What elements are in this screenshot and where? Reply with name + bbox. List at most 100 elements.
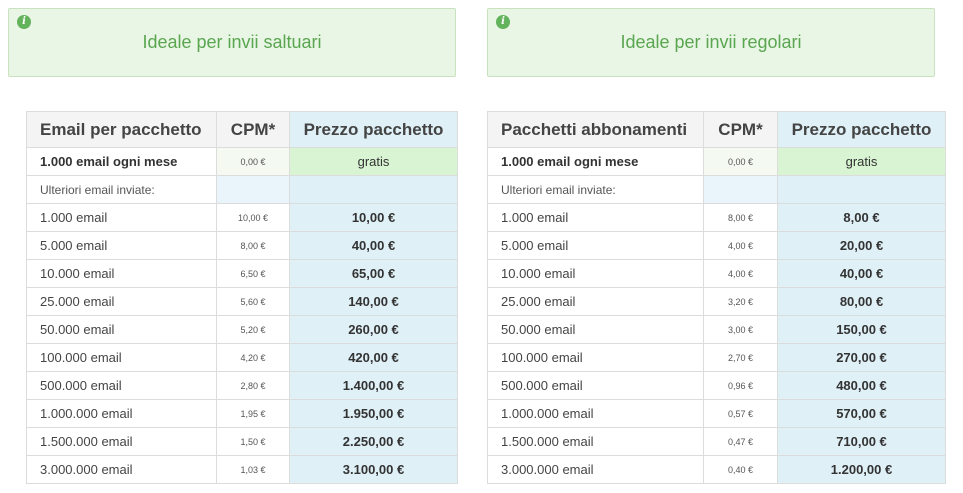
- table-row: 100.000 email 4,20 €420,00 €: [26, 343, 458, 372]
- cpm-cell: 2,70 €: [703, 343, 778, 372]
- price-cell: 420,00 €: [289, 343, 458, 372]
- package-cell: 1.000 email ogni mese: [26, 147, 217, 176]
- price-cell: 80,00 €: [777, 287, 946, 316]
- table-row: 10.000 email 4,00 €40,00 €: [487, 259, 946, 288]
- column-header-price: Prezzo pacchetto: [777, 111, 946, 148]
- cpm-cell: 10,00 €: [216, 203, 290, 232]
- empty-cell: [703, 175, 778, 204]
- package-cell: 3.000.000 email: [26, 455, 217, 484]
- cpm-cell: 6,50 €: [216, 259, 290, 288]
- price-cell: 1.950,00 €: [289, 399, 458, 428]
- info-icon: i: [17, 15, 31, 29]
- price-cell: 140,00 €: [289, 287, 458, 316]
- table-row: 5.000 email 8,00 €40,00 €: [26, 231, 458, 260]
- price-cell: 10,00 €: [289, 203, 458, 232]
- package-cell: 100.000 email: [487, 343, 704, 372]
- table-row: 1.000.000 email 0,57 €570,00 €: [487, 399, 946, 428]
- package-cell: 1.000.000 email: [487, 399, 704, 428]
- package-cell: 50.000 email: [26, 315, 217, 344]
- info-icon: i: [496, 15, 510, 29]
- price-cell: 8,00 €: [777, 203, 946, 232]
- price-cell: 480,00 €: [777, 371, 946, 400]
- pricing-table-subscriptions: Pacchetti abbonamenti CPM* Prezzo pacche…: [487, 111, 946, 484]
- package-cell: 25.000 email: [487, 287, 704, 316]
- column-header-package: Email per pacchetto: [26, 111, 217, 148]
- table-row: 1.000 email 10,00 €10,00 €: [26, 203, 458, 232]
- price-cell: 1.200,00 €: [777, 455, 946, 484]
- column-header-cpm: CPM*: [703, 111, 778, 148]
- table-header-row: Email per pacchetto CPM* Prezzo pacchett…: [26, 111, 458, 148]
- price-cell: 20,00 €: [777, 231, 946, 260]
- info-box-regular: i Ideale per invii regolari: [487, 8, 935, 77]
- cpm-cell: 2,80 €: [216, 371, 290, 400]
- column-header-package: Pacchetti abbonamenti: [487, 111, 704, 148]
- price-cell: 710,00 €: [777, 427, 946, 456]
- package-cell: 50.000 email: [487, 315, 704, 344]
- info-box-text: Ideale per invii saltuari: [142, 32, 322, 52]
- cpm-cell: 0,96 €: [703, 371, 778, 400]
- cpm-cell: 4,20 €: [216, 343, 290, 372]
- cpm-cell: 3,20 €: [703, 287, 778, 316]
- cpm-cell: 8,00 €: [703, 203, 778, 232]
- price-cell: 40,00 €: [289, 231, 458, 260]
- package-cell: 5.000 email: [487, 231, 704, 260]
- price-cell: 3.100,00 €: [289, 455, 458, 484]
- table-row: 25.000 email 3,20 €80,00 €: [487, 287, 946, 316]
- package-cell: 1.500.000 email: [26, 427, 217, 456]
- empty-cell: [216, 175, 290, 204]
- table-row: 10.000 email 6,50 €65,00 €: [26, 259, 458, 288]
- package-cell: 3.000.000 email: [487, 455, 704, 484]
- column-header-cpm: CPM*: [216, 111, 290, 148]
- price-cell: 570,00 €: [777, 399, 946, 428]
- price-cell: 260,00 €: [289, 315, 458, 344]
- table-row: 3.000.000 email 0,40 €1.200,00 €: [487, 455, 946, 484]
- table-row: 3.000.000 email 1,03 €3.100,00 €: [26, 455, 458, 484]
- cpm-cell: 1,03 €: [216, 455, 290, 484]
- empty-cell: [289, 175, 458, 204]
- cpm-cell: 4,00 €: [703, 231, 778, 260]
- additional-emails-row: Ulteriori email inviate:: [487, 175, 946, 204]
- cpm-cell: 0,00 €: [216, 147, 290, 176]
- package-cell: 100.000 email: [26, 343, 217, 372]
- price-cell: gratis: [777, 147, 946, 176]
- cpm-cell: 0,40 €: [703, 455, 778, 484]
- table-row: 1.000.000 email 1,95 €1.950,00 €: [26, 399, 458, 428]
- table-row: 50.000 email 5,20 €260,00 €: [26, 315, 458, 344]
- column-header-price: Prezzo pacchetto: [289, 111, 458, 148]
- price-cell: 2.250,00 €: [289, 427, 458, 456]
- table-header-row: Pacchetti abbonamenti CPM* Prezzo pacche…: [487, 111, 946, 148]
- free-tier-row: 1.000 email ogni mese 0,00 € gratis: [26, 147, 458, 176]
- additional-emails-label: Ulteriori email inviate:: [487, 175, 704, 204]
- cpm-cell: 1,95 €: [216, 399, 290, 428]
- table-row: 500.000 email 2,80 €1.400,00 €: [26, 371, 458, 400]
- table-row: 5.000 email 4,00 €20,00 €: [487, 231, 946, 260]
- cpm-cell: 5,60 €: [216, 287, 290, 316]
- package-cell: 10.000 email: [487, 259, 704, 288]
- additional-emails-row: Ulteriori email inviate:: [26, 175, 458, 204]
- package-cell: 500.000 email: [26, 371, 217, 400]
- empty-cell: [777, 175, 946, 204]
- price-cell: 270,00 €: [777, 343, 946, 372]
- pricing-table-packages: Email per pacchetto CPM* Prezzo pacchett…: [26, 111, 458, 484]
- package-cell: 1.000 email: [487, 203, 704, 232]
- price-cell: 65,00 €: [289, 259, 458, 288]
- cpm-cell: 5,20 €: [216, 315, 290, 344]
- table-row: 50.000 email 3,00 €150,00 €: [487, 315, 946, 344]
- cpm-cell: 0,00 €: [703, 147, 778, 176]
- price-cell: 40,00 €: [777, 259, 946, 288]
- cpm-cell: 1,50 €: [216, 427, 290, 456]
- package-cell: 5.000 email: [26, 231, 217, 260]
- table-row: 25.000 email 5,60 €140,00 €: [26, 287, 458, 316]
- cpm-cell: 8,00 €: [216, 231, 290, 260]
- cpm-cell: 3,00 €: [703, 315, 778, 344]
- price-cell: gratis: [289, 147, 458, 176]
- table-row: 100.000 email 2,70 €270,00 €: [487, 343, 946, 372]
- additional-emails-label: Ulteriori email inviate:: [26, 175, 217, 204]
- package-cell: 500.000 email: [487, 371, 704, 400]
- cpm-cell: 0,57 €: [703, 399, 778, 428]
- price-cell: 150,00 €: [777, 315, 946, 344]
- package-cell: 1.000 email: [26, 203, 217, 232]
- package-cell: 1.000.000 email: [26, 399, 217, 428]
- cpm-cell: 4,00 €: [703, 259, 778, 288]
- package-cell: 1.000 email ogni mese: [487, 147, 704, 176]
